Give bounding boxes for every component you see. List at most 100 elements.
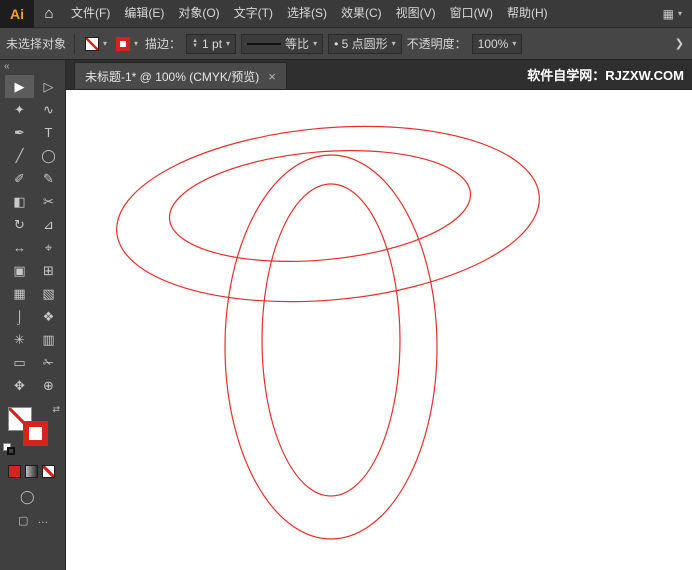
type-tool[interactable]: T <box>34 121 63 144</box>
symbol-sprayer-tool[interactable]: ✳ <box>5 328 34 351</box>
chevron-down-icon: ▾ <box>391 38 396 48</box>
perspective-grid-tool[interactable]: ⊞ <box>34 259 63 282</box>
divider <box>74 33 76 54</box>
artboard-canvas[interactable] <box>66 90 692 570</box>
control-bar-overflow-arrow[interactable]: ❯ <box>675 37 686 50</box>
menu-item[interactable]: 视图(V) <box>389 0 443 27</box>
blend-tool[interactable]: ❖ <box>34 305 63 328</box>
hand-tool[interactable]: ✥ <box>5 374 34 397</box>
rotate-tool[interactable]: ↻ <box>5 213 34 236</box>
app-logo[interactable]: Ai <box>0 0 34 28</box>
brush-definition-value: • 5 点圆形 <box>334 37 388 51</box>
document-tab-title: 未标题-1* @ 100% (CMYK/预览) <box>85 69 260 84</box>
stroke-weight-value: 1 pt <box>202 36 223 51</box>
direct-selection-tool[interactable]: ▷ <box>34 75 63 98</box>
width-profile-value: 等比 <box>285 37 310 51</box>
outer-horizontal-ellipse[interactable] <box>109 110 546 318</box>
pen-tool[interactable]: ✒ <box>5 121 34 144</box>
eyedropper-tool[interactable]: ⌡ <box>5 305 34 328</box>
artboard-tool[interactable]: ▭ <box>5 351 34 374</box>
artwork-svg <box>109 110 546 540</box>
opacity-value: 100% <box>477 36 509 51</box>
document-tab[interactable]: 未标题-1* @ 100% (CMYK/预览) × <box>74 62 287 89</box>
menu-item[interactable]: 效果(C) <box>334 0 389 27</box>
menu-item[interactable]: 窗口(W) <box>443 0 500 27</box>
free-transform-tool[interactable]: ⌖ <box>34 236 63 259</box>
document-area: 未标题-1* @ 100% (CMYK/预览) × 软件自学网：RJZXW.CO… <box>66 60 692 570</box>
menu-item[interactable]: 文字(T) <box>227 0 280 27</box>
color-button[interactable] <box>8 465 21 478</box>
mesh-tool[interactable]: ▦ <box>5 282 34 305</box>
lasso-tool[interactable]: ∿ <box>34 98 63 121</box>
toolbar-bottom-icons: ▢ … <box>18 514 65 527</box>
chevron-down-icon: ▾ <box>103 38 108 48</box>
zoom-tool[interactable]: ⊕ <box>34 374 63 397</box>
selection-status: 未选择对象 <box>6 37 67 51</box>
stroke-weight-input[interactable]: ▲ ▼ 1 pt ▾ <box>186 33 237 54</box>
chevron-down-icon: ▾ <box>512 38 517 48</box>
none-button[interactable] <box>42 465 55 478</box>
color-mode-buttons <box>8 465 65 478</box>
menu-item[interactable]: 选择(S) <box>280 0 334 27</box>
pencil-tool[interactable]: ✎ <box>34 167 63 190</box>
work-area: « ▶ ▷ ✦ ∿ ✒ T ╱ ◯ ✐ ✎ ◧ ✂ ↻ ⊿ ↔ ⌖ ▣ ⊞ ▦ ▧ ⌡ ❖ ✳ ▥ ▭ ✁ ✥ ⊕ ⇄ ◯ ▢ … <box>0 60 692 570</box>
tool-grid: ▶ ▷ ✦ ∿ ✒ T ╱ ◯ ✐ ✎ ◧ ✂ ↻ ⊿ ↔ ⌖ ▣ ⊞ ▦ ▧ ⌡ ❖ ✳ ▥ ▭ ✁ ✥ ⊕ <box>5 75 65 397</box>
width-tool[interactable]: ↔ <box>5 236 34 259</box>
screen-mode-icon[interactable]: ▢ <box>18 514 28 527</box>
edit-toolbar-icon[interactable]: … <box>37 514 48 527</box>
stroke-weight-label: 描边： <box>145 37 182 51</box>
scale-tool[interactable]: ⊿ <box>34 213 63 236</box>
stroke-profile-line-icon <box>247 42 282 45</box>
ellipse-tool[interactable]: ◯ <box>34 144 63 167</box>
fill-color-dropdown[interactable]: ▾ <box>83 34 109 54</box>
panel-collapse-icon[interactable]: « <box>0 60 65 75</box>
menu-item[interactable]: 编辑(E) <box>117 0 171 27</box>
column-graph-tool[interactable]: ▥ <box>34 328 63 351</box>
fill-stroke-control: ⇄ <box>3 404 60 455</box>
selection-tool[interactable]: ▶ <box>5 75 34 98</box>
fill-none-swatch <box>85 36 100 51</box>
tools-panel: « ▶ ▷ ✦ ∿ ✒ T ╱ ◯ ✐ ✎ ◧ ✂ ↻ ⊿ ↔ ⌖ ▣ ⊞ ▦ ▧ ⌡ ❖ ✳ ▥ ▭ ✁ ✥ ⊕ ⇄ ◯ ▢ … <box>0 60 66 570</box>
slice-tool[interactable]: ✁ <box>34 351 63 374</box>
stroke-color-swatch <box>116 36 131 51</box>
chevron-down-icon: ▾ <box>226 38 231 48</box>
workspace-grid-icon: ▦ <box>662 6 674 21</box>
stroke-color-dropdown[interactable]: ▾ <box>114 34 140 54</box>
control-bar: 未选择对象 ▾ ▾ 描边： ▲ ▼ 1 pt ▾ 等比 ▾ • 5 点圆形 ▾ 不… <box>0 28 692 60</box>
menu-item[interactable]: 对象(O) <box>171 0 226 27</box>
close-icon[interactable]: × <box>268 69 276 84</box>
chevron-down-icon: ▾ <box>677 8 682 18</box>
menu-bar: Ai ⌂ 文件(F) 编辑(E) 对象(O) 文字(T) 选择(S) 效果(C) 视图(V)… <box>0 0 692 28</box>
shape-builder-tool[interactable]: ▣ <box>5 259 34 282</box>
home-icon[interactable]: ⌂ <box>34 5 64 22</box>
magic-wand-tool[interactable]: ✦ <box>5 98 34 121</box>
workspace-switcher[interactable]: ▦ ▾ <box>663 7 682 21</box>
stepper-arrows-icon[interactable]: ▲ ▼ <box>192 38 198 49</box>
gradient-tool[interactable]: ▧ <box>34 282 63 305</box>
swap-fill-stroke-icon[interactable]: ⇄ <box>52 404 60 415</box>
scissors-tool[interactable]: ✂ <box>34 190 63 213</box>
line-segment-tool[interactable]: ╱ <box>5 144 34 167</box>
menu-item[interactable]: 文件(F) <box>64 0 117 27</box>
document-tab-bar: 未标题-1* @ 100% (CMYK/预览) × 软件自学网：RJZXW.CO… <box>66 60 692 90</box>
outer-vertical-ellipse[interactable] <box>224 154 438 540</box>
gradient-button[interactable] <box>25 465 38 478</box>
chevron-down-icon: ▾ <box>134 38 139 48</box>
inner-horizontal-ellipse[interactable] <box>165 139 475 273</box>
chevron-down-icon: ▾ <box>313 38 318 48</box>
width-profile-dropdown[interactable]: 等比 ▾ <box>241 33 324 54</box>
illustrator-window: Ai ⌂ 文件(F) 编辑(E) 对象(O) 文字(T) 选择(S) 效果(C) 视图(V)… <box>0 0 692 570</box>
default-stroke-mini <box>7 447 15 455</box>
inner-vertical-ellipse[interactable] <box>261 183 401 497</box>
stroke-swatch[interactable] <box>23 421 48 446</box>
watermark-text: 软件自学网：RJZXW.COM <box>527 68 684 83</box>
opacity-label: 不透明度： <box>406 37 467 51</box>
opacity-dropdown[interactable]: 100% ▾ <box>471 33 523 54</box>
draw-mode-button[interactable]: ◯ <box>20 490 65 504</box>
menu-item[interactable]: 帮助(H) <box>500 0 555 27</box>
paintbrush-tool[interactable]: ✐ <box>5 167 34 190</box>
default-fill-stroke-icon[interactable] <box>3 443 16 456</box>
brush-definition-dropdown[interactable]: • 5 点圆形 ▾ <box>328 33 402 54</box>
menu-list: 文件(F) 编辑(E) 对象(O) 文字(T) 选择(S) 效果(C) 视图(V) 窗口(W)… <box>64 0 555 27</box>
eraser-tool[interactable]: ◧ <box>5 190 34 213</box>
